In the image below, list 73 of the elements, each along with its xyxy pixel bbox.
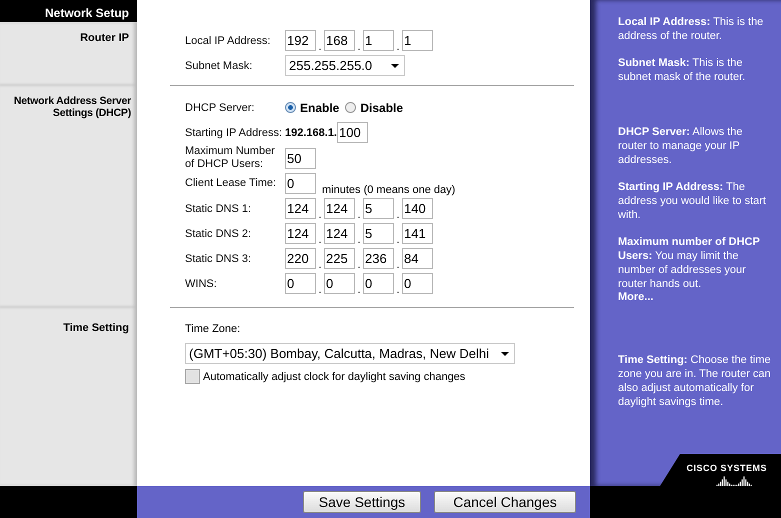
ip-octet-field[interactable]: 220: [285, 248, 316, 269]
field-label: Subnet Mask:: [185, 60, 254, 72]
ip-octet-field[interactable]: 1: [402, 30, 433, 51]
caret-icon: [391, 64, 399, 68]
checkbox[interactable]: [185, 369, 200, 384]
ip-dot: .: [317, 209, 323, 221]
ip-dot: .: [395, 284, 401, 296]
help-text: Local IP Address: This is the address of the router.: [618, 15, 764, 43]
ip-octet-field[interactable]: 124: [324, 223, 355, 244]
ip-octet-field[interactable]: 124: [285, 198, 316, 219]
ip-octet-field[interactable]: 236: [363, 248, 394, 269]
ip-octet-field[interactable]: 225: [324, 248, 355, 269]
text-field[interactable]: 50: [285, 148, 316, 168]
ip-octet-field[interactable]: 0: [363, 273, 394, 294]
ip-dot: .: [317, 41, 323, 53]
logo-text: CISCO SYSTEMS: [686, 463, 767, 473]
ip-dot: .: [356, 234, 362, 246]
ip-octet-field[interactable]: 168: [324, 30, 355, 51]
ip-octet-field[interactable]: 0: [285, 273, 316, 294]
help-text: Maximum number of DHCP Users: You may limit the number of addresses your router hands out.: [618, 235, 761, 291]
ip-dot: .: [356, 284, 362, 296]
radio-button[interactable]: Disable: [345, 100, 404, 114]
radio-button[interactable]: Enable: [285, 100, 340, 114]
subnet-dropdown[interactable]: 255.255.255.0: [285, 55, 405, 76]
section-label: Time Setting: [63, 322, 129, 334]
field-label: Starting IP Address:: [185, 126, 284, 138]
section-label: Network Address Server Settings (DHCP): [14, 95, 131, 119]
field-hint: minutes (0 means one day): [322, 184, 456, 196]
ip-dot: .: [317, 259, 323, 271]
ip-dot: .: [356, 209, 362, 221]
ip-octet-field[interactable]: 124: [285, 223, 316, 244]
field-label: Static DNS 1:: [185, 202, 252, 214]
ip-dot: .: [395, 209, 401, 221]
ip-octet-field[interactable]: 192: [285, 30, 316, 51]
ip-dot: .: [395, 234, 401, 246]
field-label: Time Zone:: [185, 323, 240, 335]
ip-dot: .: [317, 234, 323, 246]
more-link[interactable]: More...: [618, 291, 773, 303]
ip-dot: .: [395, 41, 401, 53]
ip-octet-field[interactable]: 140: [402, 198, 433, 219]
caret-icon: [501, 352, 509, 356]
field-label: Client Lease Time:: [185, 177, 278, 190]
field-label: Local IP Address:: [185, 34, 272, 46]
help-text: Subnet Mask: This is the subnet mask of the router.: [618, 56, 746, 84]
field-label: Static DNS 3:: [185, 252, 252, 264]
ip-octet-field[interactable]: 100: [337, 122, 368, 143]
help-text: Time Setting: Choose the time zone you are in. The router can also adjust automatically for daylight savings time.: [618, 353, 772, 409]
cancel-button[interactable]: Cancel Changes: [434, 491, 576, 513]
ip-octet-field[interactable]: 141: [402, 223, 433, 244]
text-field[interactable]: 0: [285, 173, 316, 194]
ip-dot: .: [317, 284, 323, 296]
field-label: Maximum Number of DHCP Users:: [185, 145, 276, 171]
ip-dot: .: [356, 41, 362, 53]
section-label: Router IP: [80, 32, 129, 44]
help-text: DHCP Server: Allows the router to manage your IP addresses.: [618, 125, 744, 167]
ip-octet-field[interactable]: 1: [363, 30, 394, 51]
ip-octet-field[interactable]: 124: [324, 198, 355, 219]
ip-dot: .: [395, 259, 401, 271]
ip-octet-field[interactable]: 84: [402, 248, 433, 269]
help-text: Starting IP Address: The address you would like to start with.: [618, 180, 767, 222]
save-button[interactable]: Save Settings: [303, 491, 421, 513]
page-title: Network Setup: [44, 6, 129, 20]
time-zone-dropdown[interactable]: (GMT+05:30) Bombay, Calcutta, Madras, New Delhi: [185, 343, 515, 364]
field-label: Static DNS 2:: [185, 228, 252, 240]
checkbox-label: Automatically adjust clock for daylight saving changes: [203, 370, 466, 382]
ip-octet-field[interactable]: 5: [363, 223, 394, 244]
ip-prefix: 192.168.1.: [285, 126, 337, 138]
ip-octet-field[interactable]: 5: [363, 198, 394, 219]
ip-octet-field[interactable]: 0: [402, 273, 433, 294]
ip-octet-field[interactable]: 0: [324, 273, 355, 294]
field-label: WINS:: [185, 278, 218, 290]
ip-dot: .: [356, 259, 362, 271]
field-label: DHCP Server:: [185, 102, 256, 114]
